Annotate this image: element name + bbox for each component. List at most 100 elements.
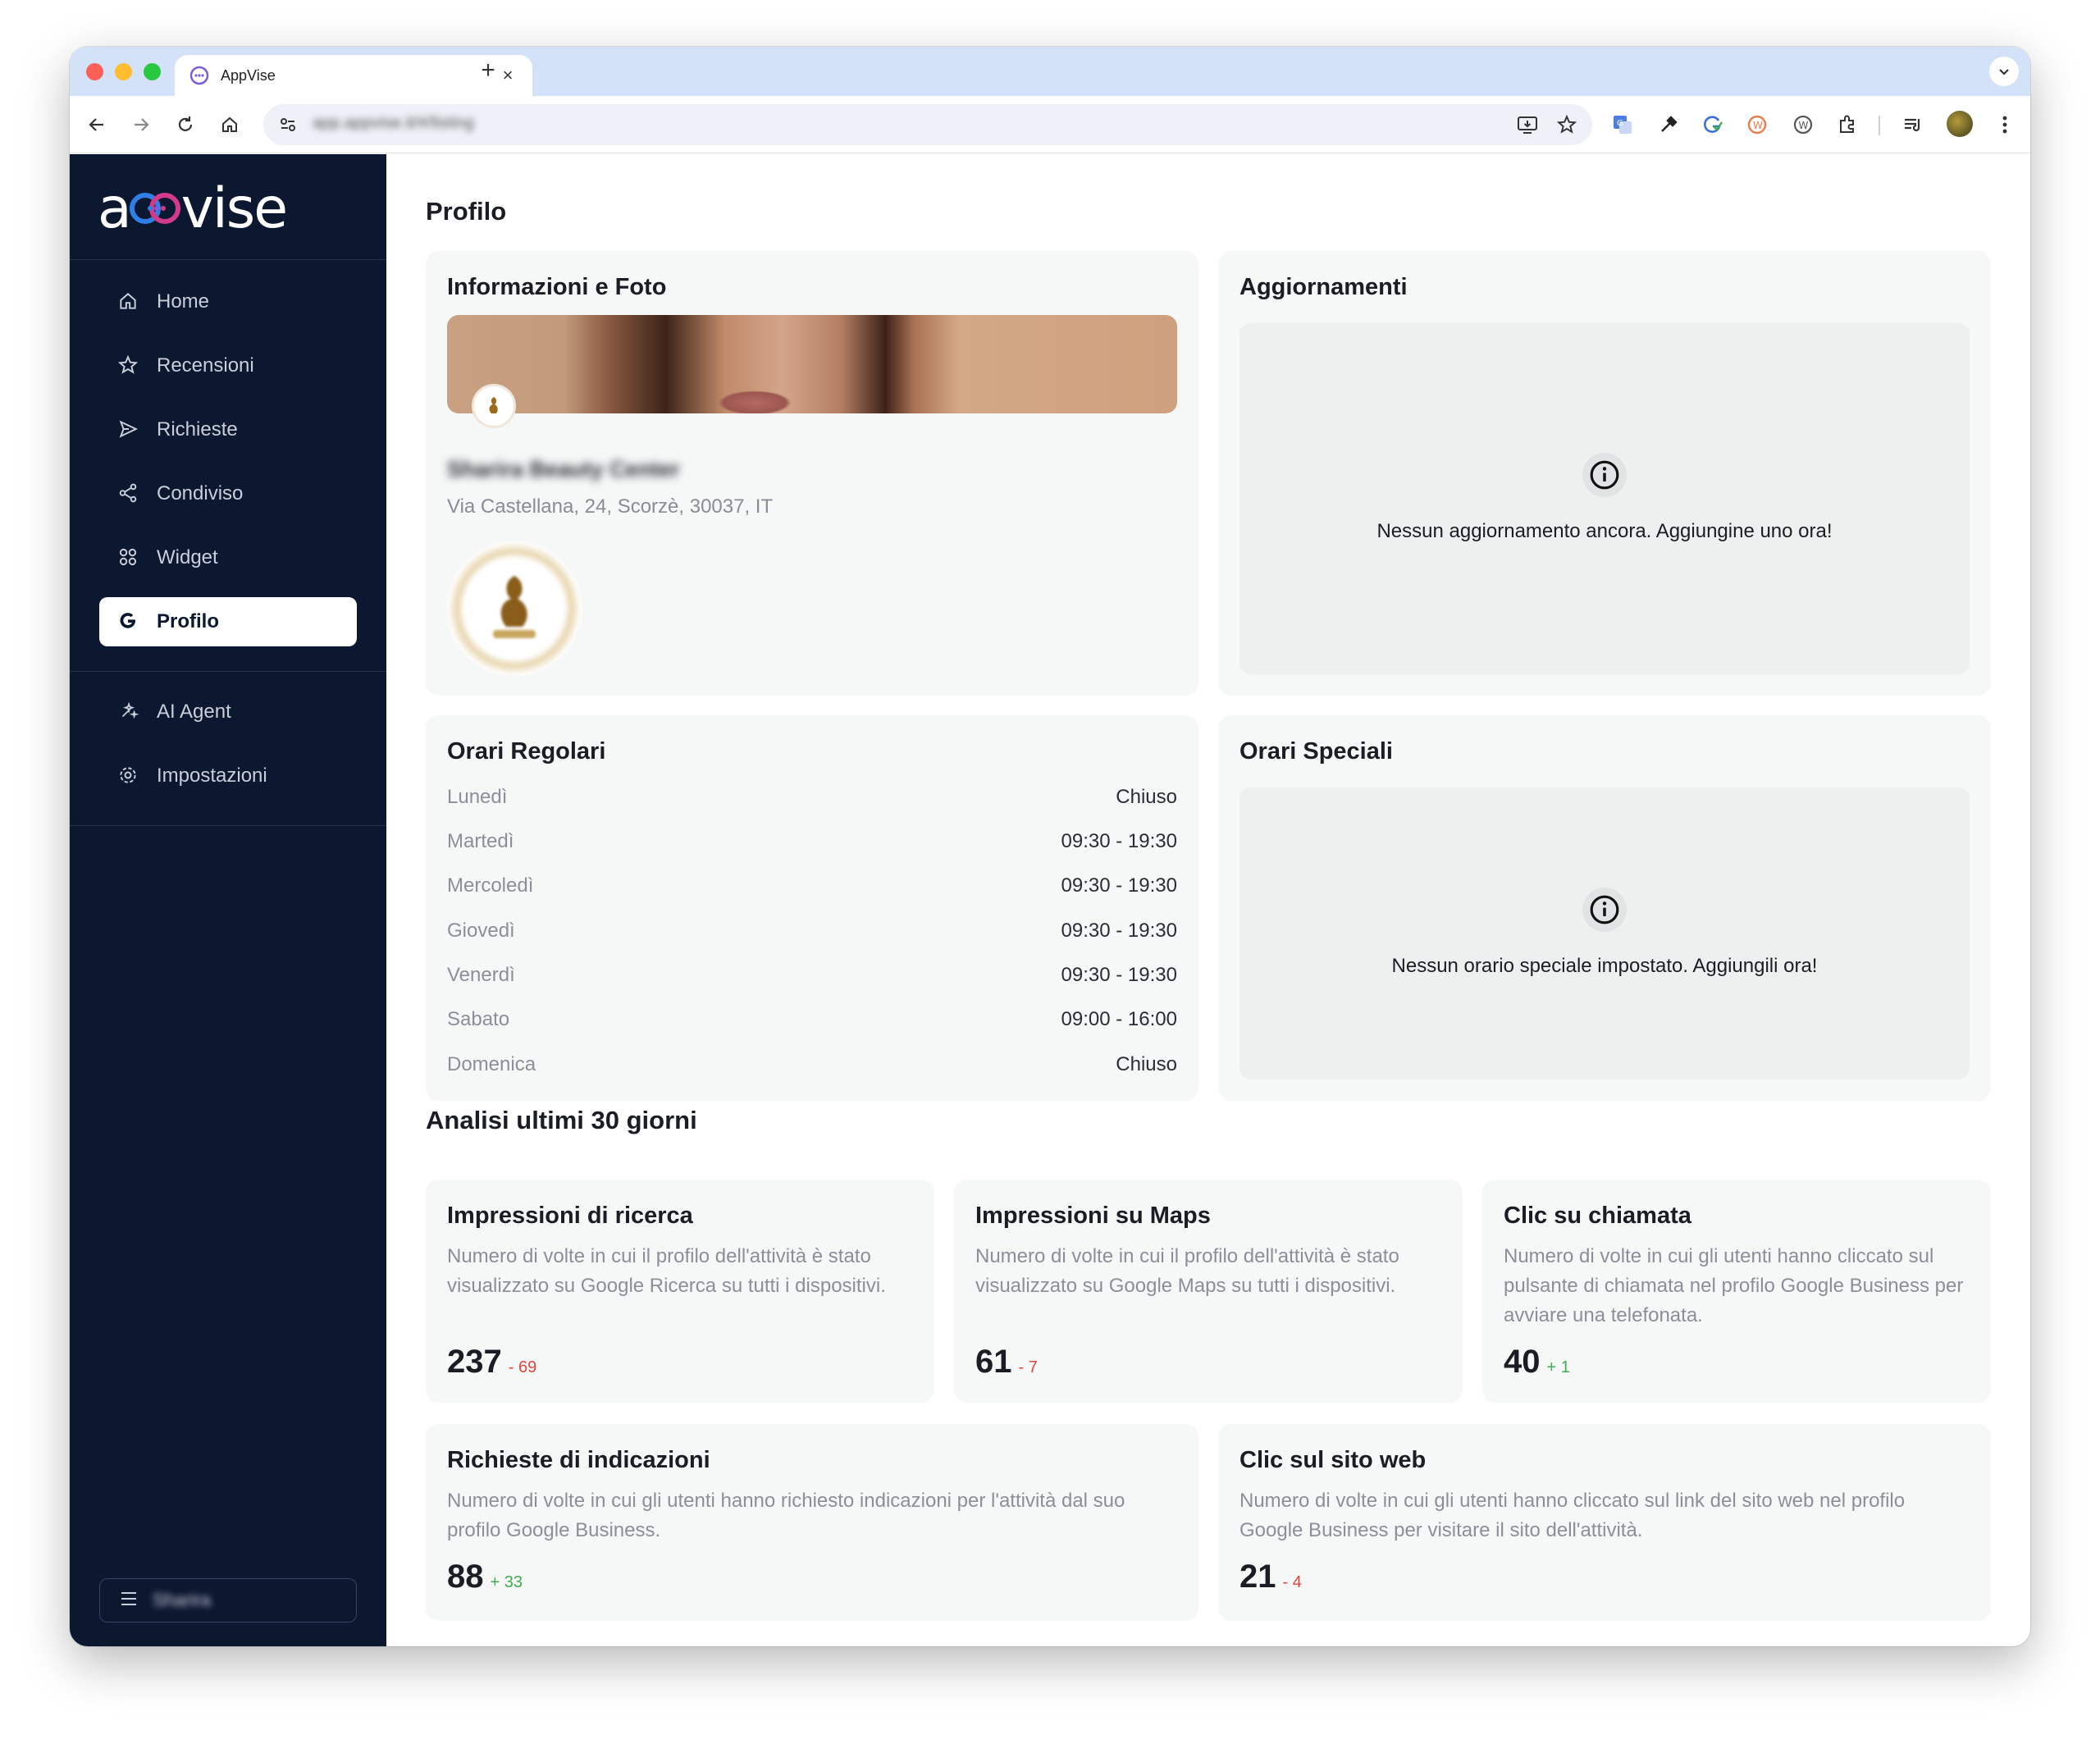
close-window-button[interactable] bbox=[86, 63, 103, 80]
forward-button[interactable] bbox=[129, 112, 153, 137]
sidebar-item-home[interactable]: Home bbox=[99, 277, 357, 326]
special-hours-empty-state[interactable]: Nessun orario speciale impostato. Aggiun… bbox=[1239, 787, 1970, 1079]
hours-day: Martedì bbox=[447, 830, 514, 852]
wordpress-extension-icon[interactable]: W bbox=[1791, 112, 1815, 137]
sidebar-divider bbox=[70, 259, 386, 260]
tab-title: AppVise bbox=[221, 66, 276, 84]
metric-title: Clic su chiamata bbox=[1504, 1203, 1691, 1229]
updates-empty-state[interactable]: Nessun aggiornamento ancora. Aggiungine … bbox=[1239, 323, 1970, 674]
tab-strip: AppVise × + bbox=[70, 47, 2030, 96]
special-hours-card: Orari Speciali Nessun orario speciale im… bbox=[1218, 715, 1991, 1101]
metric-card-call-clicks: Clic su chiamata Numero di volte in cui … bbox=[1482, 1180, 1991, 1403]
sidebar-item-recensioni[interactable]: Recensioni bbox=[99, 341, 357, 390]
sidebar-item-richieste[interactable]: Richieste bbox=[99, 405, 357, 454]
appvise-logo: a vise bbox=[98, 176, 288, 241]
svg-text:W: W bbox=[1799, 120, 1809, 131]
business-logo-photo[interactable] bbox=[447, 541, 582, 676]
home-button[interactable] bbox=[217, 112, 242, 137]
hours-time: 09:30 - 19:30 bbox=[1061, 920, 1177, 942]
reading-list-icon[interactable] bbox=[1901, 112, 1925, 137]
back-button[interactable] bbox=[84, 112, 109, 137]
metric-delta: - 4 bbox=[1282, 1573, 1302, 1591]
hours-row: Lunedì Chiuso bbox=[447, 786, 1177, 810]
metric-value: 21 bbox=[1239, 1559, 1276, 1595]
user-name: Sharira bbox=[153, 1590, 211, 1610]
address-bar[interactable]: app.appvise.it/#/listing bbox=[263, 104, 1592, 145]
hours-time: 09:30 - 19:30 bbox=[1061, 874, 1177, 897]
cover-photo[interactable] bbox=[447, 315, 1177, 413]
hours-day: Mercoledì bbox=[447, 874, 534, 897]
info-icon bbox=[1582, 453, 1627, 497]
main-content: Profilo Informazioni e Foto Sharira Beau… bbox=[386, 154, 2030, 1646]
sidebar-item-condiviso[interactable]: Condiviso bbox=[99, 469, 357, 518]
user-menu-button[interactable]: Sharira bbox=[99, 1578, 357, 1623]
sidebar-item-widget[interactable]: Widget bbox=[99, 533, 357, 582]
updates-card: Aggiornamenti Nessun aggiornamento ancor… bbox=[1218, 251, 1991, 696]
sidebar-item-label: AI Agent bbox=[157, 701, 231, 723]
empty-state-text: Nessun orario speciale impostato. Aggiun… bbox=[1391, 955, 1818, 977]
business-avatar[interactable] bbox=[472, 384, 516, 428]
hours-time: 09:00 - 16:00 bbox=[1061, 1008, 1177, 1030]
metric-delta: - 7 bbox=[1018, 1358, 1038, 1376]
reload-button[interactable] bbox=[173, 112, 198, 137]
share-icon bbox=[117, 482, 140, 505]
url-text: app.appvise.it/#/listing bbox=[313, 114, 474, 132]
sidebar-item-profilo[interactable]: Profilo bbox=[99, 597, 357, 646]
extensions-puzzle-icon[interactable] bbox=[1835, 112, 1860, 137]
analytics-title: Analisi ultimi 30 giorni bbox=[426, 1106, 697, 1134]
reload-icon bbox=[178, 116, 193, 131]
metric-delta: + 1 bbox=[1546, 1358, 1570, 1376]
metric-title: Richieste di indicazioni bbox=[447, 1447, 710, 1473]
hours-row: Sabato 09:00 - 16:00 bbox=[447, 1008, 1177, 1033]
hours-time: 09:30 - 19:30 bbox=[1061, 830, 1177, 852]
sidebar-item-impostazioni[interactable]: Impostazioni bbox=[99, 751, 357, 801]
metric-value: 88 bbox=[447, 1559, 484, 1595]
metric-delta: - 69 bbox=[508, 1358, 537, 1376]
card-title: Informazioni e Foto bbox=[447, 274, 667, 300]
metric-description: Numero di volte in cui il profilo dell'a… bbox=[975, 1245, 1399, 1297]
sidebar-divider bbox=[70, 825, 386, 826]
widget-icon bbox=[117, 546, 140, 569]
metric-value-row: 40 + 1 bbox=[1504, 1344, 1570, 1381]
gear-icon bbox=[117, 765, 140, 787]
sidebar-item-label: Recensioni bbox=[157, 354, 254, 377]
chevron-down-icon bbox=[1999, 69, 2009, 75]
hours-time: Chiuso bbox=[1116, 786, 1177, 808]
metric-value-row: 237 - 69 bbox=[447, 1344, 536, 1381]
tab-search-dropdown[interactable] bbox=[1989, 57, 2019, 86]
metric-value-row: 61 - 7 bbox=[975, 1344, 1038, 1381]
metric-value: 40 bbox=[1504, 1344, 1541, 1380]
hours-row: Mercoledì 09:30 - 19:30 bbox=[447, 874, 1177, 899]
hours-day: Domenica bbox=[447, 1053, 536, 1075]
site-settings-icon[interactable] bbox=[278, 115, 298, 139]
sidebar-item-label: Widget bbox=[157, 546, 218, 568]
sidebar-item-ai-agent[interactable]: AI Agent bbox=[99, 687, 357, 737]
sidebar-item-label: Home bbox=[157, 290, 210, 313]
grammar-extension-icon[interactable] bbox=[1701, 112, 1725, 137]
card-title: Orari Speciali bbox=[1239, 738, 1393, 765]
rooster-logo-icon bbox=[489, 397, 498, 413]
install-app-icon[interactable] bbox=[1517, 115, 1538, 139]
svg-text:G: G bbox=[1617, 119, 1623, 128]
metric-delta: + 33 bbox=[490, 1573, 523, 1591]
metric-title: Impressioni di ricerca bbox=[447, 1203, 693, 1229]
bookmark-star-icon[interactable] bbox=[1556, 114, 1577, 139]
metric-card-maps-impressions: Impressioni su Maps Numero di volte in c… bbox=[954, 1180, 1463, 1403]
minimize-window-button[interactable] bbox=[115, 63, 132, 80]
new-tab-button[interactable]: + bbox=[472, 57, 504, 84]
browser-menu-icon[interactable] bbox=[1993, 112, 2017, 137]
translate-extension-icon[interactable]: G bbox=[1610, 112, 1635, 137]
star-icon bbox=[117, 354, 140, 377]
office-extension-icon[interactable]: W bbox=[1745, 112, 1769, 137]
maximize-window-button[interactable] bbox=[144, 63, 161, 80]
page-title: Profilo bbox=[426, 197, 507, 226]
hours-row: Venerdì 09:30 - 19:30 bbox=[447, 964, 1177, 988]
google-icon bbox=[117, 610, 140, 633]
metric-description: Numero di volte in cui gli utenti hanno … bbox=[1504, 1245, 1964, 1326]
eyedropper-extension-icon[interactable] bbox=[1656, 112, 1681, 137]
regular-hours-card: Orari Regolari Lunedì Chiuso Martedì 09:30… bbox=[426, 715, 1198, 1101]
hours-day: Giovedì bbox=[447, 920, 515, 942]
browser-window: AppVise × + app.appvise.it/#/listing G W… bbox=[70, 47, 2030, 1646]
browser-profile-avatar[interactable] bbox=[1947, 111, 1973, 137]
toolbar-divider bbox=[1879, 116, 1880, 135]
